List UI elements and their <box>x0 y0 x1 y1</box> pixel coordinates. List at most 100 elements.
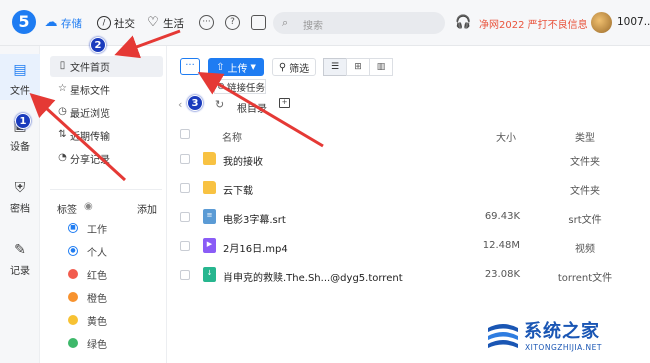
sidebar-item-recent[interactable]: ◷ 最近浏览 <box>50 102 163 123</box>
search-input[interactable]: ⌕ 搜索 <box>273 12 445 34</box>
app-logo-icon[interactable]: 5 <box>12 10 36 34</box>
tag-personal[interactable]: ● 个人 <box>68 244 107 259</box>
watermark-title: 系统之家 <box>524 321 600 342</box>
tag-work[interactable]: ■ 工作 <box>68 221 107 236</box>
yellow-dot-icon <box>68 315 78 325</box>
avatar[interactable] <box>591 12 612 33</box>
rail-item-vault[interactable]: ⛨ 密档 <box>0 180 40 215</box>
row-checkbox[interactable] <box>180 183 190 193</box>
user-name[interactable]: 1007... <box>617 16 650 28</box>
file-size: 12.48M <box>482 240 520 251</box>
headset-icon[interactable]: 🎧 <box>455 15 471 30</box>
nav-storage[interactable]: ☁ 存储 <box>44 15 83 31</box>
filter-button[interactable]: ⚲ 筛选 <box>272 58 316 76</box>
rail-item-records[interactable]: ✎ 记录 <box>0 242 40 277</box>
watermark-url: XITONGZHIJIA.NET <box>525 343 602 352</box>
sidebar-item-home[interactable]: ▯ 文件首页 <box>50 56 163 77</box>
tag-yellow[interactable]: 黄色 <box>68 313 107 328</box>
search-placeholder: 搜索 <box>303 21 323 32</box>
star-icon: ☆ <box>58 83 67 94</box>
file-type: 文件夹 <box>570 186 600 197</box>
new-folder-icon[interactable]: + <box>279 98 290 108</box>
tag-orange[interactable]: 橙色 <box>68 290 107 305</box>
sidebar-item-shares[interactable]: ◔ 分享记录 <box>50 148 163 169</box>
breadcrumb[interactable]: 根目录 <box>237 100 267 115</box>
nav-storage-label: 存储 <box>61 17 82 30</box>
tag-green[interactable]: 绿色 <box>68 336 107 351</box>
tag-label: 红色 <box>87 270 107 282</box>
header-type[interactable]: 类型 <box>575 129 595 144</box>
more-options-button[interactable]: ··· <box>180 58 200 75</box>
chat-icon[interactable] <box>251 15 266 30</box>
header-name[interactable]: 名称 <box>222 129 242 144</box>
folder-icon <box>203 152 216 165</box>
sidebar-item-label: 文件首页 <box>70 63 110 74</box>
list-view-icon[interactable]: ☰ <box>323 58 347 76</box>
file-size: 23.08K <box>484 269 520 280</box>
sidebar-divider <box>50 189 162 190</box>
sidebar-item-label: 最近浏览 <box>70 109 110 120</box>
video-icon: ▶ <box>203 238 216 253</box>
watermark: 系统之家 XITONGZHIJIA.NET <box>484 316 644 360</box>
share-icon: ◔ <box>58 152 67 163</box>
row-checkbox[interactable] <box>180 241 190 251</box>
row-checkbox[interactable] <box>180 154 190 164</box>
torrent-icon: ↓ <box>203 267 216 282</box>
sidebar-item-label: 星标文件 <box>70 86 110 97</box>
file-icon: ▤ <box>13 62 27 78</box>
tag-label: 橙色 <box>87 293 107 305</box>
tag-label: 工作 <box>87 224 107 236</box>
grid-view-icon[interactable]: ⊞ <box>346 58 370 76</box>
link-task-tooltip[interactable]: ⊘ 链接任务 <box>214 79 266 94</box>
more-icon[interactable]: ··· <box>199 15 214 30</box>
refresh-icon[interactable]: ↻ <box>215 98 224 111</box>
file-name: 电影3字幕.srt <box>223 215 286 226</box>
tags-header: 标签 <box>57 205 77 216</box>
file-type: torrent文件 <box>557 273 613 284</box>
upload-icon: ⇧ <box>216 61 225 73</box>
sidebar-item-transfers[interactable]: ⇅ 近期传输 <box>50 125 163 146</box>
orange-dot-icon <box>68 292 78 302</box>
eye-icon[interactable]: ◉ <box>84 201 93 212</box>
promo-banner[interactable]: 净网2022 严打不良信息 <box>479 16 588 31</box>
sidebar: ▯ 文件首页 ☆ 星标文件 ◷ 最近浏览 ⇅ 近期传输 ◔ 分享记录 标签 ◉ … <box>41 46 167 363</box>
sidebar-item-label: 分享记录 <box>70 155 110 166</box>
rail-item-label: 文件 <box>10 86 30 97</box>
nav-life[interactable]: ♡ 生活 <box>146 15 184 31</box>
rail-item-label: 设备 <box>10 142 30 153</box>
help-icon[interactable]: ? <box>225 15 240 30</box>
green-dot-icon <box>68 338 78 348</box>
file-type: srt文件 <box>568 215 602 226</box>
column-view-icon[interactable]: ▥ <box>369 58 393 76</box>
step-badge-2: 2 <box>90 37 106 53</box>
filter-label: 筛选 <box>289 63 310 75</box>
tag-label: 黄色 <box>87 316 107 328</box>
tags-add-button[interactable]: 添加 <box>137 201 157 216</box>
row-checkbox[interactable] <box>180 270 190 280</box>
file-name: 我的接收 <box>223 157 263 168</box>
caret-down-icon: ▼ <box>250 63 256 71</box>
row-checkbox[interactable] <box>180 212 190 222</box>
file-icon: ▯ <box>59 60 66 71</box>
step-badge-3: 3 <box>187 95 203 111</box>
sidebar-item-starred[interactable]: ☆ 星标文件 <box>50 79 163 100</box>
sidebar-item-label: 近期传输 <box>70 132 110 143</box>
rail-item-files[interactable]: ▤ 文件 <box>0 54 40 100</box>
transfer-icon: ⇅ <box>58 129 67 140</box>
view-mode-group: ☰ ⊞ ▥ <box>323 58 396 76</box>
back-arrow-icon[interactable]: ‹ <box>178 98 182 111</box>
file-name: 2月16日.mp4 <box>223 244 288 255</box>
pen-icon: ✎ <box>14 242 26 258</box>
upload-label: 上传 <box>227 63 248 75</box>
folder-icon <box>203 181 216 194</box>
heart-icon: ♡ <box>147 15 159 30</box>
tag-red[interactable]: 红色 <box>68 267 107 282</box>
file-size: 69.43K <box>484 211 520 222</box>
upload-button[interactable]: ⇧ 上传 ▼ <box>208 58 264 76</box>
nav-social[interactable]: / 社交 <box>97 15 135 31</box>
search-icon: ⌕ <box>282 16 289 29</box>
compass-icon: / <box>97 16 111 30</box>
nav-life-label: 生活 <box>163 17 184 30</box>
select-all-checkbox[interactable] <box>180 129 190 139</box>
header-size[interactable]: 大小 <box>496 129 516 144</box>
